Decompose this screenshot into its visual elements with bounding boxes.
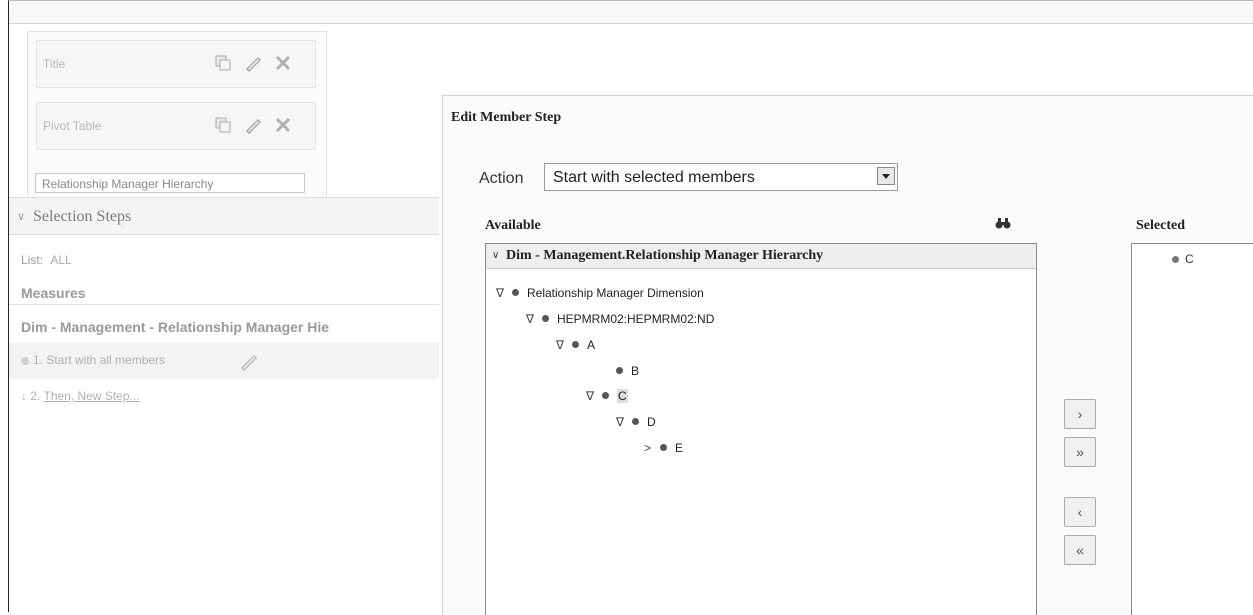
selected-item-label: C — [1185, 252, 1194, 266]
step-bullet-icon — [21, 357, 29, 365]
tree-node[interactable]: > E — [644, 441, 683, 455]
view-pivot-table[interactable]: Pivot Table — [36, 102, 316, 150]
hierarchy-field[interactable]: Relationship Manager Hierarchy — [35, 173, 305, 193]
view-label: Title — [43, 57, 66, 71]
collapse-icon[interactable]: ∇ — [496, 286, 512, 300]
remove-icon[interactable] — [273, 53, 293, 73]
tree-node[interactable]: B — [616, 364, 639, 378]
view-title[interactable]: Title — [36, 40, 316, 88]
search-icon[interactable] — [995, 216, 1011, 235]
chevron-down-icon[interactable]: ∨ — [492, 250, 499, 261]
selected-label: Selected — [1136, 218, 1185, 233]
tree-node[interactable]: ∇ A — [556, 338, 595, 352]
action-value: Start with selected members — [553, 169, 755, 186]
new-step-link[interactable]: Then, New Step... — [43, 389, 139, 403]
tree-node-label: C — [617, 389, 628, 403]
new-step-row: ↓ 2. Then, New Step... — [21, 389, 140, 403]
divider — [9, 304, 439, 305]
edit-icon[interactable] — [243, 53, 263, 73]
dialog-title: Edit Member Step — [451, 110, 562, 125]
tree-node-label: HEPMRM02:HEPMRM02:ND — [557, 312, 715, 326]
measures-label: Measures — [21, 285, 86, 301]
app-frame: Title Pivot Table Relationship Manager H… — [8, 0, 1253, 615]
tree-node-label: D — [647, 415, 656, 429]
dropdown-arrow-icon[interactable] — [877, 167, 895, 185]
selection-steps-header[interactable]: ∨ Selection Steps — [9, 197, 439, 235]
move-left-button[interactable]: ‹ — [1064, 497, 1096, 527]
member-bullet-icon — [542, 315, 549, 322]
edit-step-icon[interactable] — [239, 351, 259, 376]
view-label: Pivot Table — [43, 119, 102, 133]
tree-node[interactable]: ∇ Relationship Manager Dimension — [496, 286, 704, 300]
member-bullet-icon — [1172, 256, 1179, 263]
tree-node-label: Relationship Manager Dimension — [527, 286, 704, 300]
collapse-icon[interactable]: ∇ — [616, 415, 632, 429]
tree-node-label: B — [631, 364, 640, 378]
step-label: 1. Start with all members — [33, 353, 166, 367]
selection-steps-title: Selection Steps — [33, 208, 132, 225]
arrow-down-icon: ↓ — [21, 389, 27, 403]
properties-icon[interactable] — [213, 53, 233, 73]
remove-icon[interactable] — [273, 115, 293, 135]
tree-node-label: A — [587, 338, 596, 352]
dimension-header[interactable]: ∨ Dim - Management.Relationship Manager … — [486, 244, 1036, 269]
member-bullet-icon — [572, 341, 579, 348]
action-label: Action — [479, 170, 524, 187]
available-label: Available — [485, 218, 541, 233]
tree-node-label: E — [675, 441, 684, 455]
available-tree: ∨ Dim - Management.Relationship Manager … — [485, 243, 1037, 615]
dimension-header-label: Dim - Management.Relationship Manager Hi… — [506, 248, 824, 263]
move-right-button[interactable]: › — [1064, 399, 1096, 429]
member-bullet-icon — [616, 367, 623, 374]
list-value: ALL — [50, 253, 72, 267]
collapse-icon[interactable]: ∇ — [526, 312, 542, 326]
list-label: List: — [21, 253, 44, 267]
step-item[interactable]: 1. Start with all members — [9, 343, 439, 379]
action-select[interactable]: Start with selected members — [544, 163, 898, 191]
member-bullet-icon — [512, 289, 519, 296]
dimension-title: Dim - Management - Relationship Manager … — [21, 319, 330, 335]
collapse-icon[interactable]: ∇ — [556, 338, 572, 352]
top-bar — [9, 1, 1253, 24]
selected-item[interactable]: C — [1172, 252, 1194, 266]
edit-icon[interactable] — [243, 115, 263, 135]
properties-icon[interactable] — [213, 115, 233, 135]
step-number: 2. — [30, 389, 41, 403]
list-row: List: ALL — [21, 253, 72, 267]
tree-node[interactable]: ∇ HEPMRM02:HEPMRM02:ND — [526, 312, 714, 326]
expand-icon[interactable]: > — [644, 441, 660, 455]
tree-node[interactable]: ∇ D — [616, 415, 656, 429]
move-all-left-button[interactable]: « — [1064, 535, 1096, 565]
tree-node[interactable]: ∇ C — [586, 389, 628, 403]
chevron-down-icon[interactable]: ∨ — [17, 210, 25, 223]
member-bullet-icon — [632, 418, 639, 425]
move-all-right-button[interactable]: » — [1064, 437, 1096, 467]
collapse-icon[interactable]: ∇ — [586, 389, 602, 403]
edit-member-step-dialog: Edit Member Step Action Start with selec… — [442, 95, 1253, 615]
member-bullet-icon — [660, 444, 667, 451]
member-bullet-icon — [602, 392, 609, 399]
selected-list: C — [1131, 243, 1253, 615]
